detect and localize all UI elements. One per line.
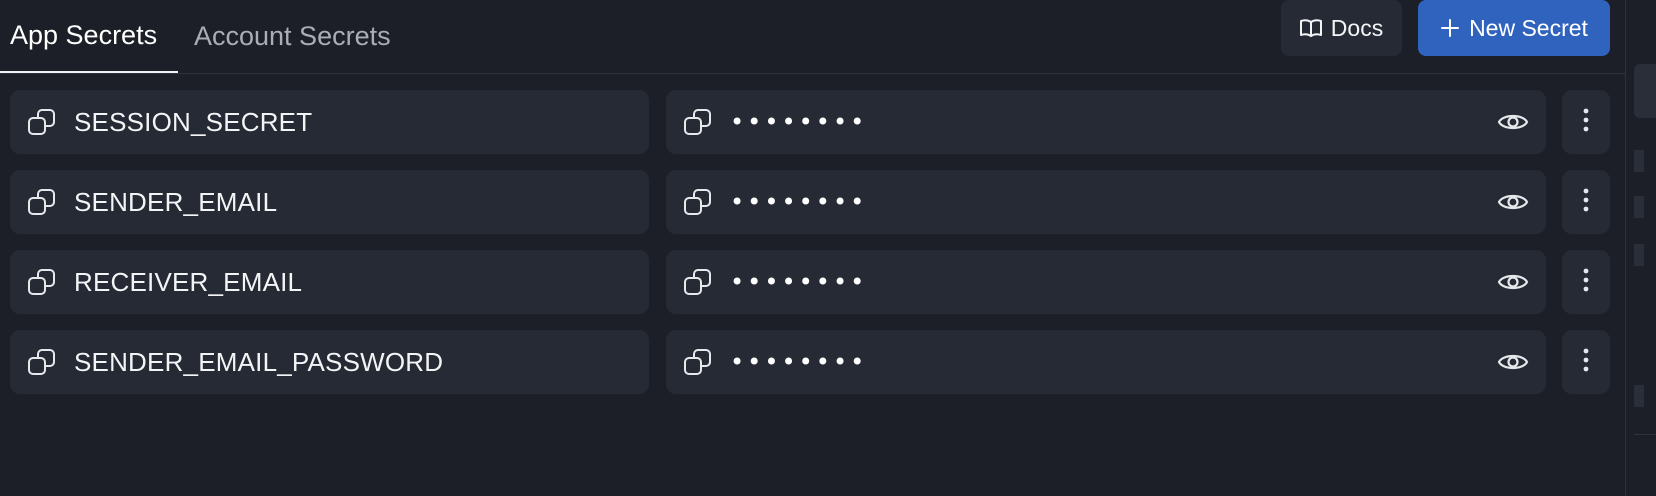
secret-masked-value: •••••••• (730, 348, 868, 376)
secret-row: SENDER_EMAIL •••••••• (0, 170, 1625, 234)
secret-key-field: RECEIVER_EMAIL (10, 250, 649, 314)
more-options-button[interactable] (1562, 330, 1610, 394)
eye-icon[interactable] (1496, 186, 1530, 218)
eye-icon[interactable] (1496, 266, 1530, 298)
secret-masked-value: •••••••• (730, 188, 868, 216)
tab-bar: App Secrets Account Secrets Docs New Sec… (0, 0, 1625, 74)
divider (1634, 434, 1656, 435)
copy-icon[interactable] (26, 186, 58, 218)
cropped-checkbox (1634, 150, 1644, 172)
docs-label: Docs (1330, 14, 1384, 41)
more-vertical-icon (1583, 348, 1589, 377)
new-secret-label: New Secret (1469, 14, 1588, 41)
secret-key-field: SENDER_EMAIL (10, 170, 649, 234)
copy-icon[interactable] (26, 266, 58, 298)
adjacent-panel-edge (1625, 0, 1656, 496)
secrets-panel: App Secrets Account Secrets Docs New Sec… (0, 0, 1625, 496)
copy-icon[interactable] (682, 186, 714, 218)
new-secret-button[interactable]: New Secret (1418, 0, 1610, 56)
secret-value-field: •••••••• (666, 330, 1546, 394)
copy-icon[interactable] (682, 106, 714, 138)
cropped-field (1634, 64, 1656, 118)
cropped-checkbox (1634, 196, 1644, 218)
copy-icon[interactable] (682, 346, 714, 378)
secret-row: RECEIVER_EMAIL •••••••• (0, 250, 1625, 314)
secret-key-name: SENDER_EMAIL (74, 186, 278, 217)
secret-key-name: SESSION_SECRET (74, 106, 313, 137)
more-options-button[interactable] (1562, 170, 1610, 234)
plus-icon (1440, 18, 1460, 38)
secret-key-name: SENDER_EMAIL_PASSWORD (74, 346, 444, 377)
tab-app-secrets[interactable]: App Secrets (0, 0, 178, 73)
secret-value-field: •••••••• (666, 250, 1546, 314)
eye-icon[interactable] (1496, 346, 1530, 378)
secret-key-field: SENDER_EMAIL_PASSWORD (10, 330, 649, 394)
secret-key-field: SESSION_SECRET (10, 90, 649, 154)
copy-icon[interactable] (682, 266, 714, 298)
tab-account-secrets[interactable]: Account Secrets (194, 0, 391, 72)
secret-value-field: •••••••• (666, 90, 1546, 154)
copy-icon[interactable] (26, 346, 58, 378)
docs-button[interactable]: Docs (1281, 0, 1402, 56)
more-vertical-icon (1583, 108, 1589, 137)
more-vertical-icon (1583, 268, 1589, 297)
more-options-button[interactable] (1562, 90, 1610, 154)
secret-value-field: •••••••• (666, 170, 1546, 234)
secret-row: SESSION_SECRET •••••••• (0, 90, 1625, 154)
secret-key-name: RECEIVER_EMAIL (74, 266, 303, 297)
cropped-checkbox (1634, 385, 1644, 407)
copy-icon[interactable] (26, 106, 58, 138)
secret-masked-value: •••••••• (730, 108, 868, 136)
eye-icon[interactable] (1496, 106, 1530, 138)
more-options-button[interactable] (1562, 250, 1610, 314)
book-icon (1299, 18, 1322, 38)
secret-row: SENDER_EMAIL_PASSWORD •••••••• (0, 330, 1625, 394)
more-vertical-icon (1583, 188, 1589, 217)
secret-masked-value: •••••••• (730, 268, 868, 296)
cropped-checkbox (1634, 244, 1644, 266)
